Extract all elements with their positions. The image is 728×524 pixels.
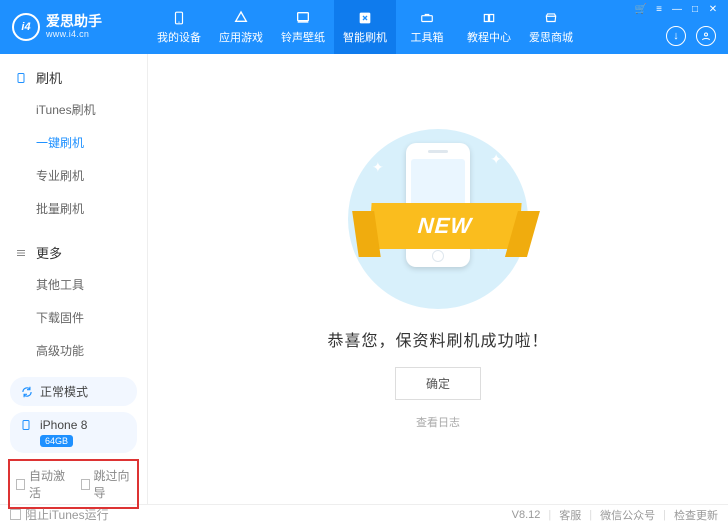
header: i4 爱思助手 www.i4.cn 我的设备 应用游戏 铃声壁纸 智能刷机 工具…	[0, 0, 728, 54]
sidebar-item-advanced[interactable]: 高级功能	[36, 334, 147, 367]
list-icon	[14, 246, 28, 260]
app-title: 爱思助手	[46, 14, 102, 29]
checkbox-auto-activate[interactable]: 自动激活	[16, 467, 67, 501]
ribbon-text: NEW	[417, 213, 473, 239]
success-illustration: ✦ ✦ ✦ NEW	[348, 129, 528, 309]
options-highlight-box: 自动激活 跳过向导	[8, 459, 139, 509]
nav-ringtones-wallpapers[interactable]: 铃声壁纸	[272, 0, 334, 54]
checkbox-label: 跳过向导	[94, 467, 131, 501]
logo[interactable]: i4 爱思助手 www.i4.cn	[0, 13, 148, 41]
checkbox-icon	[16, 479, 25, 490]
sidebar-item-pro-flash[interactable]: 专业刷机	[36, 159, 147, 192]
sidebar-section-more[interactable]: 更多	[0, 237, 147, 268]
checkbox-block-itunes[interactable]: 阻止iTunes运行	[10, 506, 109, 523]
maximize-button[interactable]: □	[690, 4, 700, 14]
checkbox-icon	[81, 479, 90, 490]
mode-pill[interactable]: 正常模式	[10, 377, 137, 406]
nav-label: 教程中心	[467, 29, 511, 45]
device-icon	[169, 10, 189, 26]
phone-icon	[14, 71, 28, 85]
music-icon	[293, 10, 313, 26]
nav-label: 铃声壁纸	[281, 29, 325, 45]
view-log-link[interactable]: 查看日志	[416, 414, 460, 430]
nav-smart-flash[interactable]: 智能刷机	[334, 0, 396, 54]
main-panel: ✦ ✦ ✦ NEW 恭喜您，保资料刷机成功啦！ 确定 查看日志	[148, 54, 728, 504]
version-label: V8.12	[512, 509, 541, 521]
sidebar: 刷机 iTunes刷机 一键刷机 专业刷机 批量刷机 更多 其他工具 下载固件 …	[0, 54, 148, 504]
close-button[interactable]: ✕	[708, 4, 718, 14]
top-nav: 我的设备 应用游戏 铃声壁纸 智能刷机 工具箱 教程中心 爱思商城	[148, 0, 582, 54]
sidebar-section-flash[interactable]: 刷机	[0, 62, 147, 93]
device-pill[interactable]: iPhone 8 64GB	[10, 412, 137, 453]
book-icon	[479, 10, 499, 26]
footer-link-support[interactable]: 客服	[559, 507, 581, 523]
device-icon	[20, 418, 34, 432]
sidebar-item-other-tools[interactable]: 其他工具	[36, 268, 147, 301]
success-message: 恭喜您，保资料刷机成功啦！	[327, 327, 548, 351]
nav-apps-games[interactable]: 应用游戏	[210, 0, 272, 54]
sidebar-section-title: 刷机	[36, 68, 62, 87]
sidebar-item-download-firmware[interactable]: 下载固件	[36, 301, 147, 334]
refresh-icon	[20, 385, 34, 399]
minimize-button[interactable]: —	[672, 4, 682, 14]
nav-label: 我的设备	[157, 29, 201, 45]
nav-label: 爱思商城	[529, 29, 573, 45]
nav-store[interactable]: 爱思商城	[520, 0, 582, 54]
ok-button[interactable]: 确定	[395, 367, 481, 400]
cart-icon[interactable]: 🛒	[636, 4, 646, 14]
logo-badge-icon: i4	[12, 13, 40, 41]
checkbox-label: 阻止iTunes运行	[25, 506, 109, 523]
footer-link-update[interactable]: 检查更新	[674, 507, 718, 523]
checkbox-skip-wizard[interactable]: 跳过向导	[81, 467, 132, 501]
footer-link-wechat[interactable]: 微信公众号	[600, 507, 655, 523]
window-controls: 🛒 ≡ — □ ✕	[636, 4, 718, 14]
nav-label: 智能刷机	[343, 29, 387, 45]
user-button[interactable]	[696, 26, 716, 46]
mode-label: 正常模式	[40, 383, 88, 400]
header-actions: ↓	[666, 26, 716, 46]
download-button[interactable]: ↓	[666, 26, 686, 46]
app-url: www.i4.cn	[46, 30, 102, 40]
flash-icon	[355, 10, 375, 26]
nav-toolbox[interactable]: 工具箱	[396, 0, 458, 54]
sidebar-item-oneclick-flash[interactable]: 一键刷机	[36, 126, 147, 159]
checkbox-icon	[10, 509, 21, 520]
shop-icon	[541, 10, 561, 26]
new-ribbon: NEW	[368, 203, 521, 249]
nav-label: 工具箱	[411, 29, 444, 45]
nav-my-device[interactable]: 我的设备	[148, 0, 210, 54]
menu-icon[interactable]: ≡	[654, 4, 664, 14]
storage-badge: 64GB	[40, 435, 73, 447]
sparkle-icon: ✦	[490, 151, 502, 168]
sparkle-icon: ✦	[372, 159, 384, 176]
checkbox-label: 自动激活	[29, 467, 66, 501]
nav-label: 应用游戏	[219, 29, 263, 45]
nav-tutorials[interactable]: 教程中心	[458, 0, 520, 54]
sidebar-item-itunes-flash[interactable]: iTunes刷机	[36, 93, 147, 126]
toolbox-icon	[417, 10, 437, 26]
device-name: iPhone 8	[40, 418, 87, 432]
apps-icon	[231, 10, 251, 26]
sidebar-item-batch-flash[interactable]: 批量刷机	[36, 192, 147, 225]
sidebar-section-title: 更多	[36, 243, 62, 262]
